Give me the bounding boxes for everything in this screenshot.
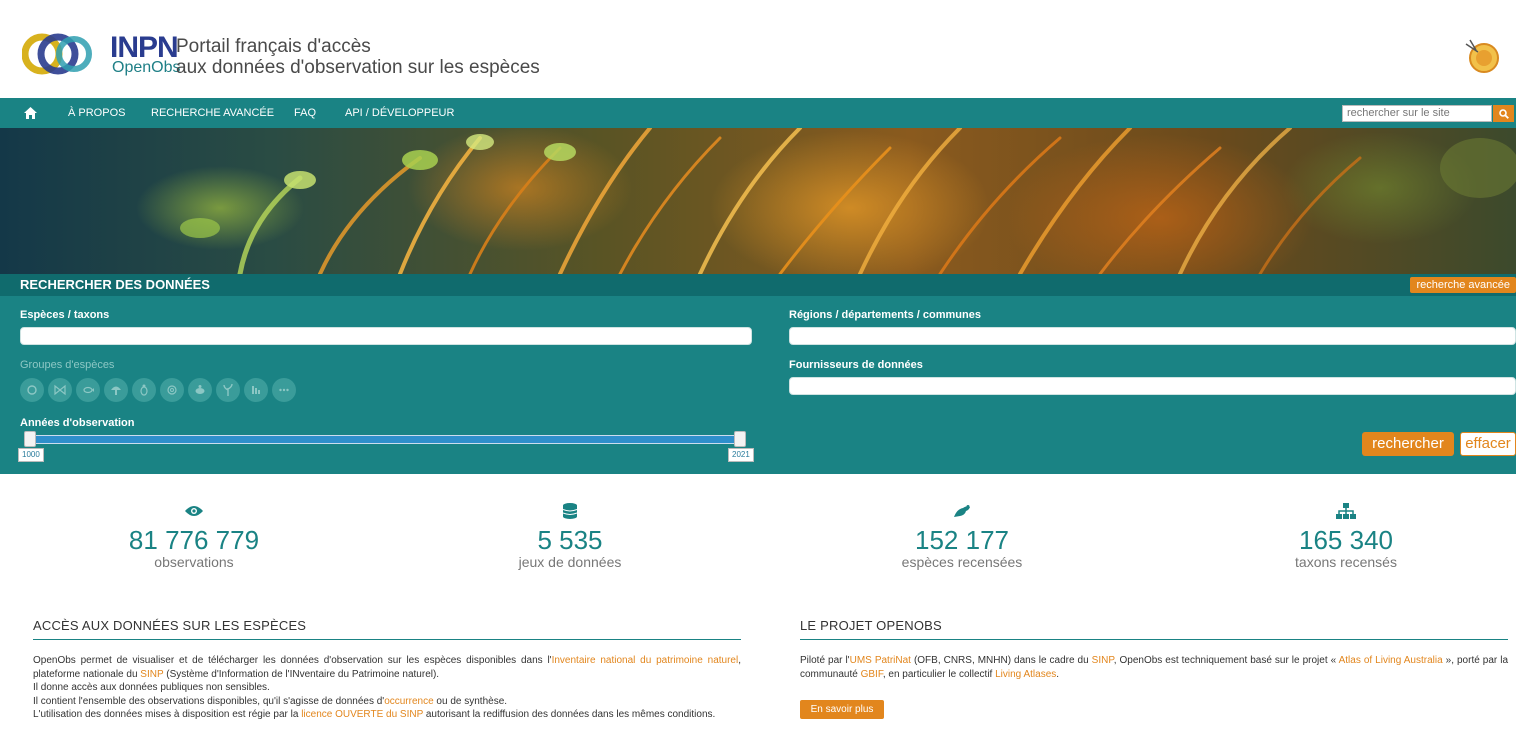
- stat-species-value: 152 177: [915, 525, 1009, 555]
- stat-species-label: espèces recensées: [901, 554, 1023, 570]
- species-label: Espèces / taxons: [20, 309, 110, 321]
- years-label: Années d'observation: [20, 417, 135, 429]
- advanced-search-button[interactable]: recherche avancée: [1410, 277, 1516, 293]
- species-input[interactable]: [20, 327, 752, 345]
- stat-taxa-label: taxons recensés: [1295, 554, 1397, 570]
- years-min-value: 1000: [18, 448, 44, 462]
- turtle-icon: [195, 385, 205, 394]
- search-button[interactable]: rechercher: [1362, 432, 1454, 456]
- years-slider-track[interactable]: [26, 435, 740, 444]
- bird-icon: [252, 386, 260, 394]
- more-icon: [279, 388, 289, 392]
- moss-illustration: [180, 128, 1516, 274]
- nav-home[interactable]: [24, 98, 40, 128]
- group-snail-icon[interactable]: [160, 378, 184, 402]
- site-search-input[interactable]: rechercher sur le site: [1342, 105, 1492, 122]
- search-panel-title-bar: RECHERCHER DES DONNÉES recherche avancée: [0, 274, 1516, 296]
- eye-icon: [185, 506, 203, 516]
- years-max-value: 2021: [728, 448, 754, 462]
- hero-banner-image: [0, 128, 1516, 274]
- access-section-text: OpenObs permet de visualiser et de téléc…: [33, 655, 741, 720]
- species-groups-label: Groupes d'espèces: [20, 359, 115, 371]
- frog-icon: [954, 505, 970, 517]
- sitemap-icon: [1336, 503, 1356, 519]
- stat-datasets-value: 5 535: [537, 525, 603, 555]
- partner-logo-icon[interactable]: [1462, 36, 1502, 76]
- learn-more-button[interactable]: En savoir plus: [800, 700, 884, 719]
- group-turtle-icon[interactable]: [188, 378, 212, 402]
- nav-item-faq[interactable]: FAQ: [294, 98, 316, 128]
- years-slider-min-handle[interactable]: [24, 431, 36, 447]
- inpn-openobs-logo[interactable]: INPN OpenObs: [22, 30, 180, 76]
- group-mushroom-icon[interactable]: [104, 378, 128, 402]
- species-groups: [20, 378, 296, 402]
- patrinat-link[interactable]: UMS PatriNat: [850, 655, 911, 666]
- plant-icon: [223, 383, 233, 396]
- fish-icon: [83, 386, 94, 394]
- butterfly-icon: [54, 384, 66, 396]
- home-icon: [24, 107, 37, 119]
- inpn-link[interactable]: Inventaire national du patrimoine nature…: [552, 655, 739, 666]
- group-butterfly-icon[interactable]: [48, 378, 72, 402]
- sinp-project-link[interactable]: SINP: [1092, 655, 1114, 666]
- site-tagline: Portail français d'accès aux données d'o…: [176, 36, 540, 78]
- tagline-line-1: Portail français d'accès: [176, 36, 371, 57]
- nav-item-recherche-avancee[interactable]: RECHERCHE AVANCÉE: [151, 98, 274, 128]
- stat-observations-value: 81 776 779: [128, 525, 260, 555]
- snail-icon: [167, 385, 177, 395]
- main-nav: À PROPOS RECHERCHE AVANCÉE FAQ API / DÉV…: [0, 98, 1516, 128]
- database-icon: [563, 503, 577, 519]
- tagline-line-2: aux données d'observation sur les espèce…: [176, 57, 540, 78]
- occurrence-link[interactable]: occurrence: [384, 696, 433, 707]
- ala-link[interactable]: Atlas of Living Australia: [1339, 655, 1443, 666]
- stat-datasets: 5 535 jeux de données: [430, 500, 710, 570]
- sinp-link[interactable]: SINP: [140, 669, 163, 680]
- stat-species: 152 177 espèces recensées: [822, 500, 1102, 570]
- stat-observations-label: observations: [154, 554, 234, 570]
- logo-text: INPN: [110, 31, 179, 64]
- group-more-icon[interactable]: [272, 378, 296, 402]
- insect-icon: [140, 384, 148, 396]
- stat-taxa: 165 340 taxons recensés: [1206, 500, 1486, 570]
- search-panel: RECHERCHER DES DONNÉES recherche avancée…: [0, 274, 1516, 474]
- gbif-link[interactable]: GBIF: [861, 669, 883, 680]
- stat-taxa-value: 165 340: [1299, 525, 1393, 555]
- providers-label: Fournisseurs de données: [789, 359, 923, 371]
- project-section-title: LE PROJET OPENOBS: [800, 618, 942, 633]
- clear-button[interactable]: effacer: [1460, 432, 1516, 456]
- site-search-button[interactable]: [1493, 105, 1514, 122]
- search-panel-title: RECHERCHER DES DONNÉES: [20, 277, 210, 292]
- stat-observations: 81 776 779 observations: [54, 500, 334, 570]
- access-section-title: ACCÈS AUX DONNÉES SUR LES ESPÈCES: [33, 618, 307, 633]
- group-bird-icon[interactable]: [244, 378, 268, 402]
- project-section-text: Piloté par l'UMS PatriNat (OFB, CNRS, MN…: [800, 655, 1509, 680]
- nav-item-api[interactable]: API / DÉVELOPPEUR: [345, 98, 454, 128]
- regions-label: Régions / départements / communes: [789, 309, 981, 321]
- access-section-rule: [33, 639, 741, 640]
- nav-item-a-propos[interactable]: À PROPOS: [68, 98, 125, 128]
- amphibian-icon: [27, 385, 37, 395]
- project-section-rule: [800, 639, 1508, 640]
- group-amphibian-icon[interactable]: [20, 378, 44, 402]
- mushroom-icon: [111, 386, 121, 395]
- group-insect-icon[interactable]: [132, 378, 156, 402]
- living-atlases-link[interactable]: Living Atlases: [995, 669, 1056, 680]
- group-plant-icon[interactable]: [216, 378, 240, 402]
- stat-datasets-label: jeux de données: [518, 554, 622, 570]
- licence-link[interactable]: licence OUVERTE du SINP: [301, 709, 423, 720]
- search-icon: [1498, 108, 1509, 119]
- group-fish-icon[interactable]: [76, 378, 100, 402]
- regions-input[interactable]: [789, 327, 1516, 345]
- logo-subtext: OpenObs: [112, 59, 181, 76]
- years-slider-max-handle[interactable]: [734, 431, 746, 447]
- logo-rings-icon: [22, 33, 92, 75]
- providers-input[interactable]: [789, 377, 1516, 395]
- site-header: INPN OpenObs Portail français d'accès au…: [0, 0, 1516, 98]
